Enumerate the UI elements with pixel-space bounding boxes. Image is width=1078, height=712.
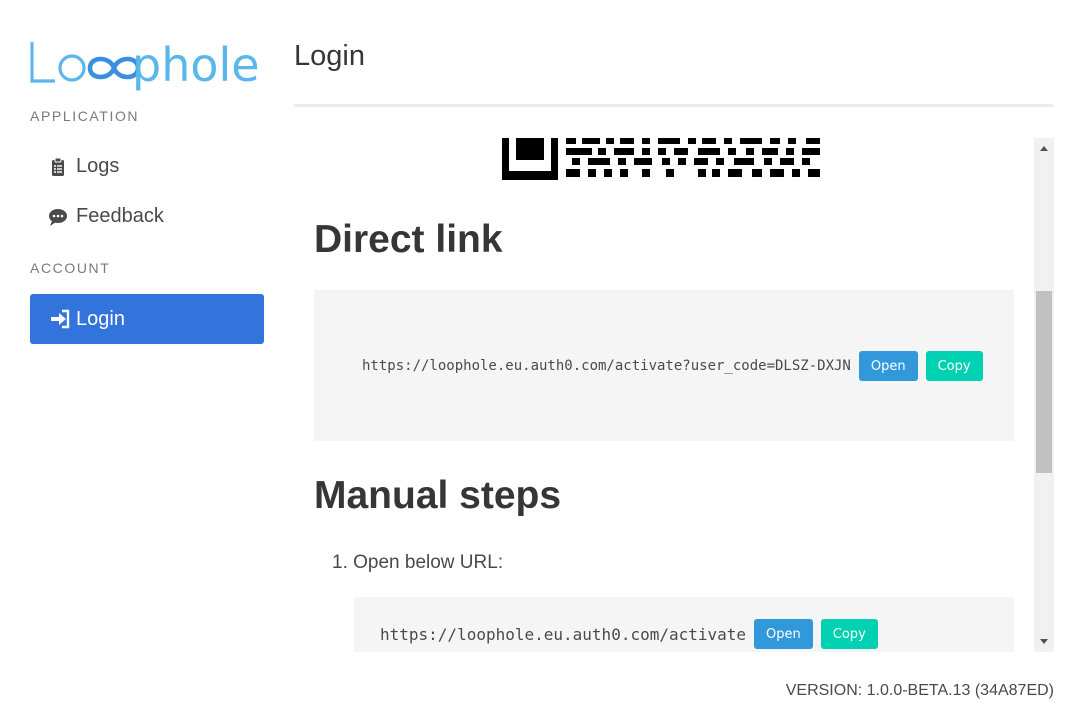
sidebar-item-login[interactable]: Login [30, 294, 264, 344]
qr-code-image [502, 138, 820, 180]
direct-link-heading: Direct link [314, 218, 503, 261]
scroll-down-arrow-icon[interactable] [1034, 632, 1054, 652]
direct-link-box: https://loophole.eu.auth0.com/activate?u… [314, 290, 1014, 441]
loophole-logo: phole [28, 36, 268, 92]
step-1-url-box: https://loophole.eu.auth0.com/activate O… [354, 597, 1014, 652]
application-section-label: APPLICATION [30, 108, 140, 124]
logo-graphic: phole [30, 38, 260, 92]
sidebar-item-feedback[interactable]: Feedback [48, 205, 164, 228]
scroll-up-arrow-icon[interactable] [1034, 138, 1054, 158]
direct-link-open-button[interactable]: Open [858, 351, 918, 381]
step-1: 1. Open below URL: [332, 552, 503, 574]
sidebar-item-label: Feedback [76, 205, 164, 227]
sidebar-item-label: Logs [76, 155, 120, 177]
logo-wordmark: phole [132, 38, 260, 92]
account-section-label: ACCOUNT [30, 260, 111, 276]
clipboard-list-icon [52, 157, 64, 176]
version-label: VERSION: 1.0.0-BETA.13 (34A87ED) [785, 682, 1054, 699]
manual-steps-heading: Manual steps [314, 474, 562, 517]
comment-dots-icon [49, 208, 67, 226]
step-1-url[interactable]: https://loophole.eu.auth0.com/activate [380, 625, 746, 644]
sign-in-icon [51, 309, 70, 329]
step-text: Open below URL: [353, 552, 504, 573]
step-1-open-button[interactable]: Open [754, 619, 813, 649]
vertical-scrollbar[interactable] [1034, 138, 1054, 652]
page-title: Login [294, 40, 365, 72]
direct-link-url[interactable]: https://loophole.eu.auth0.com/activate?u… [362, 358, 851, 374]
step-1-copy-button[interactable]: Copy [820, 619, 878, 649]
sidebar-item-logs[interactable]: Logs [48, 155, 119, 178]
sidebar-item-label: Login [76, 307, 125, 330]
scrollbar-thumb[interactable] [1036, 291, 1052, 473]
step-number: 1. [332, 552, 354, 573]
title-divider [294, 104, 1054, 107]
direct-link-copy-button[interactable]: Copy [925, 351, 983, 381]
content-scroll-area[interactable]: Direct link https://loophole.eu.auth0.co… [294, 138, 1034, 652]
